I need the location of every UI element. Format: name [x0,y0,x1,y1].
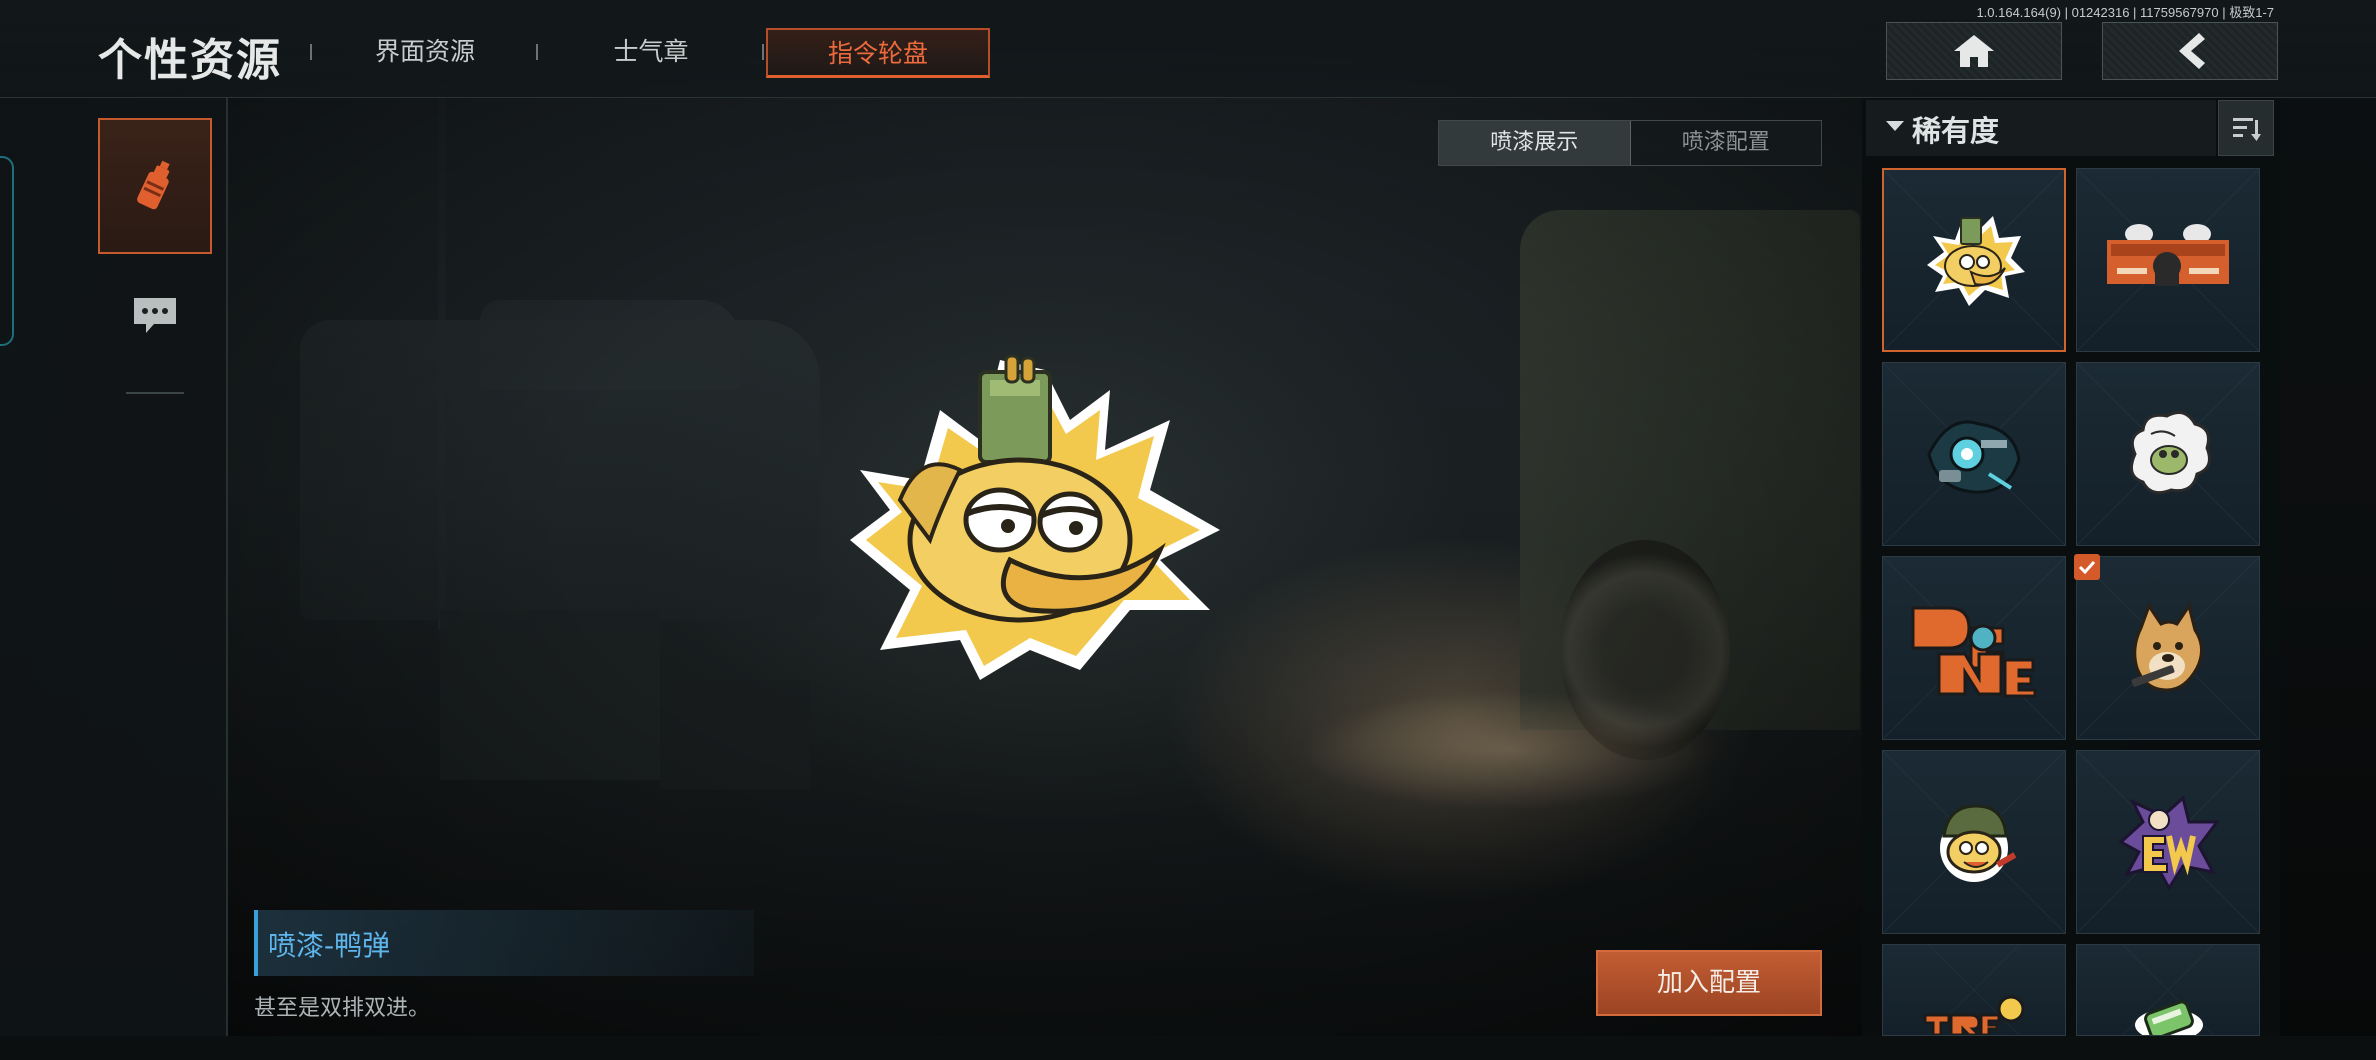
rail-item-spray[interactable] [98,118,212,254]
chevron-down-icon [1886,121,1904,131]
tab-separator [536,44,538,60]
tab-morale-badge[interactable]: 士气章 [576,28,726,78]
sort-order-button[interactable] [2218,100,2274,156]
spray-item-doge[interactable] [2076,556,2260,740]
back-button[interactable] [2102,22,2278,80]
spray-item-dream-graffiti[interactable] [1882,556,2066,740]
cloud-frog-spray-icon [2129,410,2211,495]
spray-item-tree-graffiti[interactable] [1882,944,2066,1036]
home-button[interactable] [1886,22,2062,80]
soldier-banner-spray-icon [2107,224,2229,286]
tab-spray-config[interactable]: 喷漆配置 [1630,121,1821,165]
tree-graffiti-spray-icon [1923,995,2025,1035]
top-bar: 个性资源 界面资源 士气章 指令轮盘 1.0.164.164(9) | 0124… [0,0,2376,98]
spray-can-icon [137,160,170,210]
blue-robot-spray-icon [1927,420,2021,494]
back-chevron-icon [2179,33,2205,69]
tab-separator [762,44,764,60]
green-can-spray-icon [2135,1000,2203,1035]
spray-item-blue-robot[interactable] [1882,362,2066,546]
item-name: 喷漆-鸭弹 [268,929,391,962]
add-to-config-button[interactable]: 加入配置 [1596,950,1822,1016]
bottom-edge [0,1036,2376,1060]
item-description: 甚至是双排双进。 [254,996,431,1021]
chat-bubble-icon [134,298,176,333]
equipped-check-icon [2074,554,2100,580]
page-title: 个性资源 [98,35,282,86]
version-info: 1.0.164.164(9) | 01242316 | 11759567970 … [1976,5,2274,20]
rail-divider [126,392,184,394]
rail-item-chat[interactable] [98,260,212,370]
home-icon [1954,35,1994,67]
rarity-sort-label: 稀有度 [1912,114,2000,148]
spray-item-ewa-graffiti[interactable] [2076,750,2260,934]
helmet-duck-spray-icon [1940,804,2017,882]
tab-command-wheel[interactable]: 指令轮盘 [766,28,990,78]
spray-item-duck-ammo[interactable] [1882,168,2066,352]
spray-subtabs: 喷漆展示 喷漆配置 [1438,120,1822,166]
tab-interface-resources[interactable]: 界面资源 [350,28,500,78]
doge-spray-icon [2131,602,2203,692]
left-edge-accent [0,156,14,346]
spray-item-green-can[interactable] [2076,944,2260,1036]
duck-ammo-spray-icon [1927,216,2025,306]
duck-ammo-spray-preview [850,354,1220,680]
dream-graffiti-spray-icon [1911,606,2037,698]
spray-item-soldier-banner[interactable] [2076,168,2260,352]
spray-item-cloud-frog[interactable] [2076,362,2260,546]
spray-item-helmet-duck[interactable] [1882,750,2066,934]
ewa-graffiti-spray-icon [2118,795,2220,891]
tab-spray-display[interactable]: 喷漆展示 [1439,121,1631,165]
sort-icon [2233,118,2261,141]
tab-separator [310,44,312,60]
